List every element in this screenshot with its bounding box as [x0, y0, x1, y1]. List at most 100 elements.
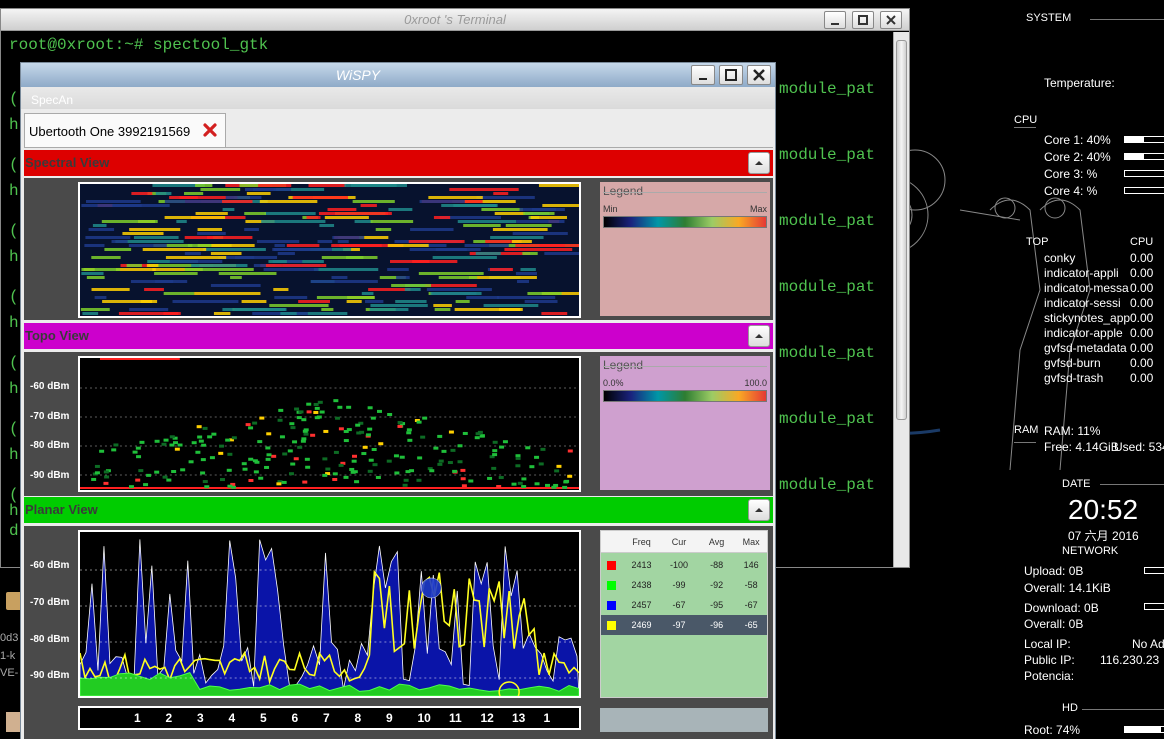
- topo-signal-mark: [492, 453, 498, 457]
- topo-signal-mark: [468, 479, 474, 483]
- maximize-button[interactable]: [719, 65, 743, 85]
- spectral-signal-mark: [433, 304, 452, 307]
- topo-signal-mark: [253, 470, 259, 474]
- topo-signal-mark: [132, 450, 138, 454]
- terminal-titlebar[interactable]: 0xroot 's Terminal: [1, 9, 909, 31]
- table-row[interactable]: 2457 -67 -95 -67: [601, 595, 767, 615]
- topo-signal-mark: [252, 459, 258, 463]
- file-icon[interactable]: [6, 712, 20, 732]
- spectral-signal-mark: [515, 244, 565, 247]
- collapse-button[interactable]: [748, 499, 770, 521]
- spectral-signal-mark: [91, 288, 130, 291]
- topo-plot[interactable]: [78, 356, 581, 492]
- legend-max: Max: [749, 204, 767, 214]
- spectral-signal-mark: [512, 232, 568, 235]
- legend-max: 100.0: [744, 378, 767, 388]
- y-axis-label: -80 dBm: [30, 440, 70, 451]
- process-cpu: 0.00: [1130, 296, 1154, 310]
- legend-min: Min: [603, 204, 618, 214]
- topo-signal-mark: [447, 461, 453, 465]
- spectral-signal-mark: [434, 308, 451, 311]
- channel-axis[interactable]: 1 2 3 4 5 6 7 8 9 10 11 12 13 1: [78, 706, 581, 730]
- ram-heading: RAM: [1014, 424, 1039, 436]
- topo-signal-mark: [103, 470, 109, 474]
- terminal-module-text: module_pat: [779, 80, 876, 98]
- spectral-signal-mark: [104, 248, 132, 251]
- wispy-window[interactable]: WiSPY SpecAn Ubertooth One 3992191569 Sp…: [20, 62, 776, 739]
- conky-panel: SYSTEM Temperature: CPU Core 1: 40% Core …: [1010, 0, 1164, 739]
- topo-signal-mark: [277, 418, 283, 422]
- terminal-scrollbar[interactable]: [893, 32, 909, 567]
- table-row[interactable]: 2438 -99 -92 -58: [601, 575, 767, 595]
- topo-signal-mark: [333, 399, 339, 403]
- terminal-scrollbar-thumb[interactable]: [896, 40, 907, 420]
- topo-signal-mark: [475, 432, 481, 436]
- spectral-plot[interactable]: [78, 182, 581, 318]
- collapse-button[interactable]: [748, 152, 770, 174]
- terminal-fragment: h: [9, 116, 19, 134]
- maximize-button[interactable]: [852, 11, 874, 29]
- spectral-signal-mark: [129, 228, 181, 231]
- column-header[interactable]: Cur: [660, 537, 698, 547]
- topo-signal-mark: [491, 466, 497, 470]
- spectral-signal-mark: [197, 232, 226, 235]
- spectral-view-header[interactable]: Spectral View: [24, 150, 773, 176]
- menu-specan[interactable]: SpecAn: [31, 93, 73, 107]
- section-title: Planar View: [25, 502, 98, 517]
- table-row[interactable]: 2413 -100 -88 146: [601, 555, 767, 575]
- topo-signal-mark: [429, 469, 435, 473]
- series-swatch: [607, 620, 617, 630]
- desktop-icon-label[interactable]: 1-k: [0, 650, 15, 662]
- collapse-button[interactable]: [748, 325, 770, 347]
- spectral-signal-mark: [455, 300, 470, 303]
- minimize-button[interactable]: [824, 11, 846, 29]
- topo-signal-mark: [143, 483, 149, 487]
- spectral-signal-mark: [210, 284, 261, 287]
- topo-view-header[interactable]: Topo View: [24, 323, 773, 349]
- spectral-signal-mark: [194, 292, 261, 295]
- topo-signal-mark: [266, 453, 272, 457]
- table-footer: [600, 708, 768, 732]
- spectral-signal-mark: [85, 236, 131, 239]
- spectral-legend: Legend Min Max: [600, 182, 770, 316]
- topo-signal-mark: [487, 476, 493, 480]
- topo-signal-mark: [492, 440, 498, 444]
- topo-signal-mark: [540, 447, 546, 451]
- close-icon[interactable]: [203, 123, 217, 137]
- close-button[interactable]: [747, 65, 771, 85]
- topo-signal-mark: [304, 457, 310, 461]
- column-header[interactable]: Avg: [698, 537, 736, 547]
- public-ip-value: 116.230.23: [1100, 653, 1160, 667]
- spectral-signal-mark: [350, 184, 407, 187]
- core-usage-label: Core 4: %: [1044, 184, 1098, 198]
- upload-total: Overall: 14.1KiB: [1024, 581, 1111, 595]
- planar-view-header[interactable]: Planar View: [24, 497, 773, 523]
- terminal-fragment: h: [9, 248, 19, 266]
- wispy-titlebar[interactable]: WiSPY: [21, 63, 775, 87]
- topo-signal-mark: [248, 478, 254, 482]
- table-row[interactable]: 2469 -97 -96 -65: [601, 615, 767, 635]
- public-ip-label: Public IP:: [1024, 653, 1075, 667]
- topo-signal-mark: [529, 465, 535, 469]
- spectral-signal-mark: [490, 236, 544, 239]
- close-button[interactable]: [880, 11, 902, 29]
- planar-plot[interactable]: [78, 530, 581, 698]
- spectral-signal-mark: [489, 268, 513, 271]
- column-header[interactable]: Max: [735, 537, 767, 547]
- topo-signal-mark: [499, 445, 505, 449]
- terminal-module-text: module_pat: [779, 212, 876, 230]
- tab-device[interactable]: Ubertooth One 3992191569: [24, 113, 226, 147]
- minimize-button[interactable]: [691, 65, 715, 85]
- spectral-signal-mark: [365, 300, 384, 303]
- spectral-signal-mark: [308, 184, 346, 187]
- topo-signal-mark: [343, 439, 349, 443]
- section-title: Spectral View: [25, 155, 110, 170]
- topo-signal-mark: [406, 428, 412, 432]
- process-cpu: 0.00: [1130, 281, 1154, 295]
- desktop-icon-label[interactable]: VE-: [0, 667, 18, 679]
- desktop-icon-label[interactable]: 0d3: [0, 632, 18, 644]
- cpu-heading: CPU: [1014, 114, 1038, 126]
- spectral-signal-mark: [129, 308, 169, 311]
- column-header[interactable]: Freq: [623, 537, 661, 547]
- process-cpu: 0.00: [1130, 251, 1154, 265]
